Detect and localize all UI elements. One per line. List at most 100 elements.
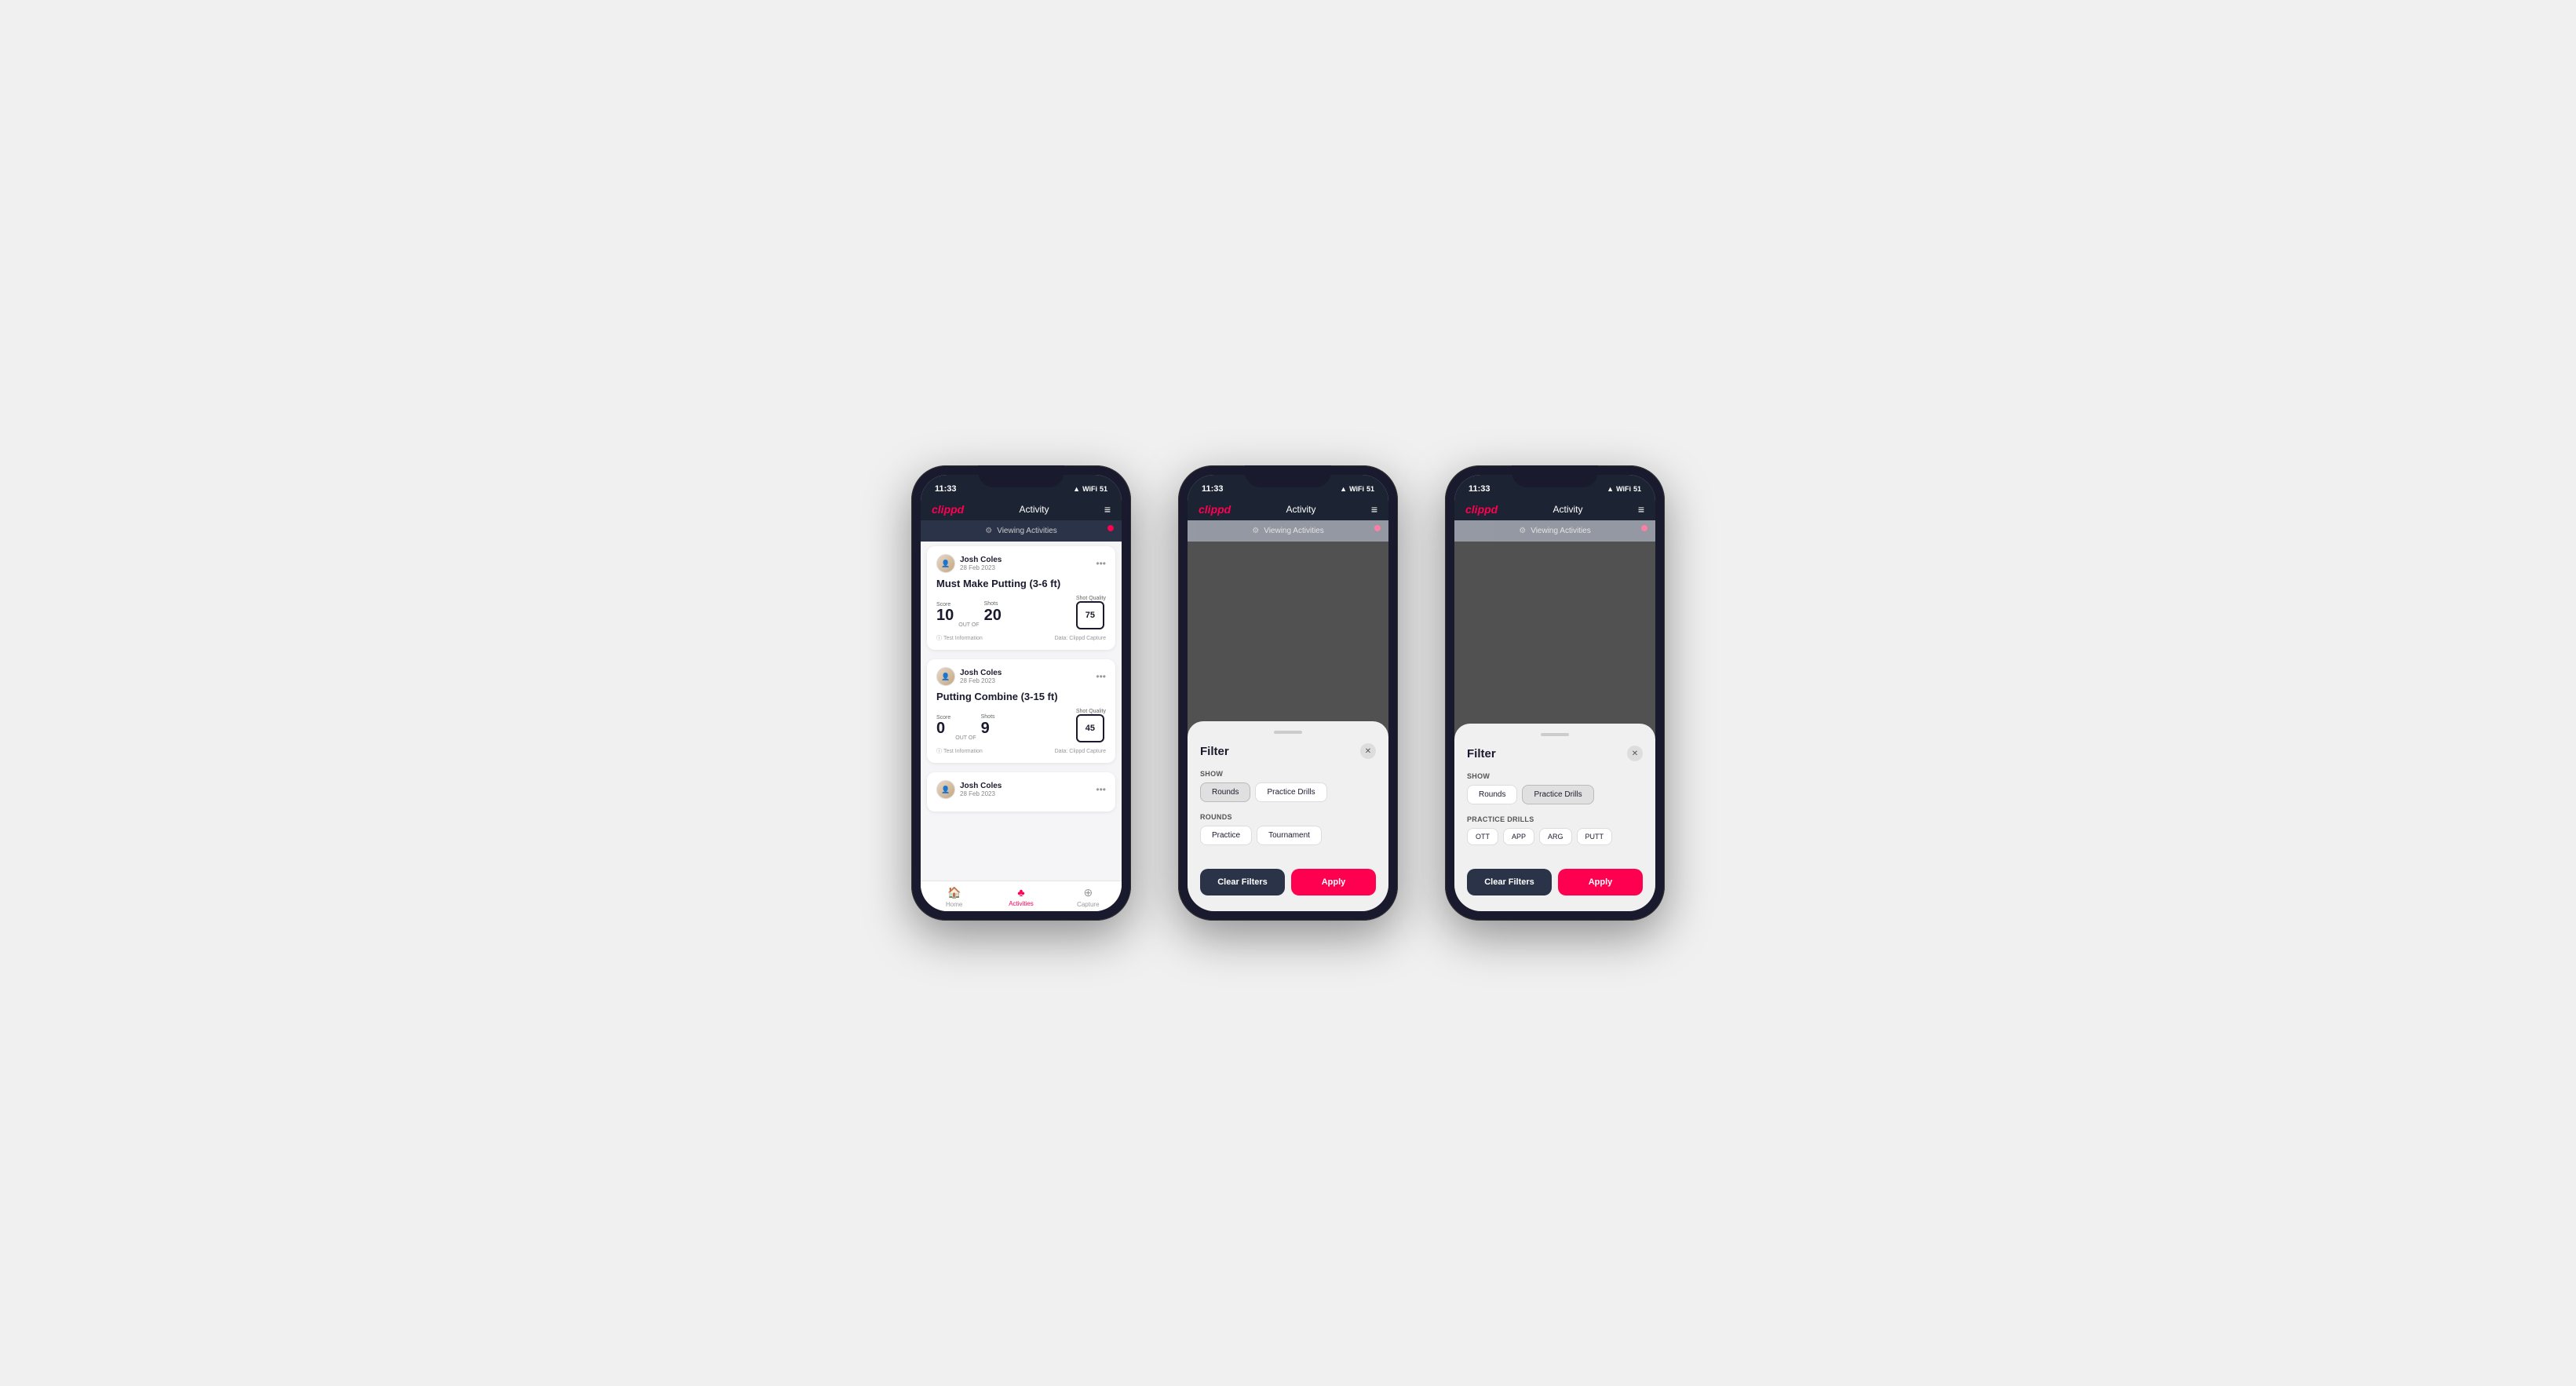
user-info-3: Josh Coles 28 Feb 2023: [960, 782, 1002, 797]
shot-quality-label-2: Shot Quality: [1076, 709, 1106, 714]
shots-label-2: Shots: [981, 714, 995, 720]
test-info-2[interactable]: ⓘ Test Information: [936, 747, 983, 755]
apply-btn-2[interactable]: Apply: [1291, 869, 1376, 895]
filter-btn-app-3[interactable]: APP: [1503, 828, 1534, 845]
menu-icon-2[interactable]: ≡: [1371, 503, 1377, 516]
user-date-3: 28 Feb 2023: [960, 790, 1002, 797]
score-section-2: Score 0: [936, 715, 950, 736]
filter-btn-arg-3[interactable]: ARG: [1539, 828, 1572, 845]
stats-row-1: Score 10 OUT OF Shots 20 Shot Quality 75: [936, 596, 1106, 629]
score-section-1: Score 10: [936, 602, 954, 623]
content-area-2: Filter ✕ Show Rounds Practice Drills Rou…: [1188, 542, 1388, 911]
score-value-1: 10: [936, 607, 954, 623]
more-dots-1[interactable]: •••: [1096, 558, 1106, 569]
capture-label-1: Capture: [1077, 901, 1099, 908]
filter-btn-rounds-3[interactable]: Rounds: [1467, 785, 1517, 804]
clear-filters-btn-3[interactable]: Clear Filters: [1467, 869, 1552, 895]
show-options-2: Rounds Practice Drills: [1200, 782, 1376, 802]
apply-btn-3[interactable]: Apply: [1558, 869, 1643, 895]
more-dots-2[interactable]: •••: [1096, 671, 1106, 682]
nav-title-1: Activity: [1020, 504, 1049, 515]
filter-btn-tournament-2[interactable]: Tournament: [1257, 826, 1322, 845]
status-icons-2: ▲ WiFi 51: [1340, 485, 1374, 493]
info-icon-2: ⓘ: [936, 747, 942, 755]
filter-btn-practice-drills-2[interactable]: Practice Drills: [1255, 782, 1326, 802]
phone-1: 11:33 ▲ WiFi 51 clippd Activity ≡ ⚙ View…: [911, 465, 1131, 921]
filter-btn-putt-3[interactable]: PUTT: [1577, 828, 1613, 845]
nav-bar-2: clippd Activity ≡: [1188, 498, 1388, 520]
nav-item-capture-1[interactable]: ⊕ Capture: [1055, 886, 1122, 908]
avatar-1: 👤: [936, 554, 955, 573]
nav-title-2: Activity: [1286, 504, 1316, 515]
data-source-2: Data: Clippd Capture: [1055, 749, 1106, 754]
filter-btn-practice-round-2[interactable]: Practice: [1200, 826, 1252, 845]
activity-card-3: 👤 Josh Coles 28 Feb 2023 •••: [927, 772, 1115, 812]
shot-quality-section-1: Shot Quality 75: [1076, 596, 1106, 629]
banner-dot-3: [1641, 525, 1647, 531]
practice-drills-label-3: Practice Drills: [1467, 815, 1643, 823]
filter-btn-practice-drills-3[interactable]: Practice Drills: [1522, 785, 1593, 804]
home-icon-1: 🏠: [947, 886, 961, 899]
content-area-3: Filter ✕ Show Rounds Practice Drills Pra…: [1454, 542, 1655, 911]
phone-2-inner: 11:33 ▲ WiFi 51 clippd Activity ≡ ⚙ View…: [1188, 475, 1388, 911]
filter-close-3[interactable]: ✕: [1627, 746, 1643, 761]
clear-filters-btn-2[interactable]: Clear Filters: [1200, 869, 1285, 895]
banner-text-1: Viewing Activities: [997, 527, 1057, 535]
wifi-icon: WiFi: [1082, 485, 1097, 493]
filter-icon-3: ⚙: [1519, 527, 1526, 535]
filter-actions-2: Clear Filters Apply: [1200, 869, 1376, 895]
menu-icon-1[interactable]: ≡: [1104, 503, 1111, 516]
out-of-1: OUT OF: [958, 622, 979, 629]
filter-btn-ott-3[interactable]: OTT: [1467, 828, 1498, 845]
activity-card-1: 👤 Josh Coles 28 Feb 2023 ••• Must Make P…: [927, 546, 1115, 650]
banner-text-3: Viewing Activities: [1531, 527, 1591, 535]
phones-container: 11:33 ▲ WiFi 51 clippd Activity ≡ ⚙ View…: [911, 465, 1665, 921]
user-name-1: Josh Coles: [960, 556, 1002, 564]
phone-1-inner: 11:33 ▲ WiFi 51 clippd Activity ≡ ⚙ View…: [921, 475, 1122, 911]
status-time-3: 11:33: [1469, 484, 1491, 494]
nav-item-activities-1[interactable]: ♣ Activities: [987, 886, 1054, 908]
viewing-banner-3: ⚙ Viewing Activities: [1454, 520, 1655, 542]
activities-icon-1: ♣: [1017, 886, 1024, 899]
user-name-2: Josh Coles: [960, 669, 1002, 677]
shot-quality-label-1: Shot Quality: [1076, 596, 1106, 601]
nav-bar-3: clippd Activity ≡: [1454, 498, 1655, 520]
battery-icon-3: 51: [1633, 485, 1641, 493]
logo-1: clippd: [932, 503, 964, 516]
card-user-1: 👤 Josh Coles 28 Feb 2023: [936, 554, 1002, 573]
status-time-2: 11:33: [1202, 484, 1224, 494]
more-dots-3[interactable]: •••: [1096, 784, 1106, 795]
test-info-1[interactable]: ⓘ Test Information: [936, 634, 983, 642]
bottom-nav-1: 🏠 Home ♣ Activities ⊕ Capture: [921, 881, 1122, 911]
activity-card-2: 👤 Josh Coles 28 Feb 2023 ••• Putting Com…: [927, 659, 1115, 763]
filter-close-2[interactable]: ✕: [1360, 743, 1376, 759]
card-user-3: 👤 Josh Coles 28 Feb 2023: [936, 780, 1002, 799]
menu-icon-3[interactable]: ≡: [1638, 503, 1644, 516]
activities-label-1: Activities: [1009, 900, 1034, 907]
score-value-2: 0: [936, 720, 950, 736]
filter-title-3: Filter: [1467, 747, 1496, 760]
battery-icon-2: 51: [1366, 485, 1374, 493]
card-footer-2: ⓘ Test Information Data: Clippd Capture: [936, 747, 1106, 755]
avatar-3: 👤: [936, 780, 955, 799]
show-label-2: Show: [1200, 770, 1376, 778]
nav-item-home-1[interactable]: 🏠 Home: [921, 886, 987, 908]
signal-icon-2: ▲: [1340, 485, 1347, 493]
drill-options-3: OTT APP ARG PUTT: [1467, 828, 1643, 845]
filter-sheet-3: Filter ✕ Show Rounds Practice Drills Pra…: [1454, 724, 1655, 911]
viewing-banner-2: ⚙ Viewing Activities: [1188, 520, 1388, 542]
out-of-2: OUT OF: [955, 735, 976, 742]
capture-icon-1: ⊕: [1083, 886, 1093, 899]
user-date-2: 28 Feb 2023: [960, 677, 1002, 684]
shots-value-1: 20: [984, 607, 1002, 625]
stats-row-2: Score 0 OUT OF Shots 9 Shot Quality 45: [936, 709, 1106, 742]
filter-handle-2: [1274, 731, 1302, 734]
filter-btn-rounds-2[interactable]: Rounds: [1200, 782, 1250, 802]
signal-icon: ▲: [1073, 485, 1080, 493]
filter-overlay-2: Filter ✕ Show Rounds Practice Drills Rou…: [1188, 542, 1388, 911]
viewing-banner-1[interactable]: ⚙ Viewing Activities: [921, 520, 1122, 542]
shot-quality-badge-2: 45: [1076, 714, 1104, 742]
user-date-1: 28 Feb 2023: [960, 564, 1002, 571]
info-icon-1: ⓘ: [936, 634, 942, 642]
filter-icon-1: ⚙: [985, 527, 992, 535]
